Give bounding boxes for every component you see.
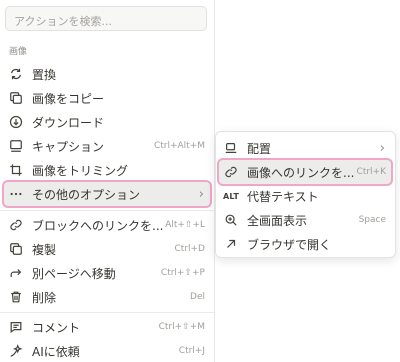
comment-icon <box>8 319 24 335</box>
shortcut-hint: Del <box>190 292 205 302</box>
chevron-right-icon: › <box>198 186 204 202</box>
menu-item-label: AIに依頼 <box>32 344 80 359</box>
shortcut-hint: Ctrl+⇧+M <box>158 322 205 332</box>
menu-item-ask-ai[interactable]: AIに依頼 Ctrl+J <box>4 339 210 362</box>
shortcut-hint: Ctrl+J <box>178 346 205 356</box>
caption-icon <box>8 138 24 154</box>
trash-icon <box>8 289 24 305</box>
menu-item-more-options[interactable]: その他のオプション › <box>2 180 212 208</box>
menu-item-label: 複製 <box>32 242 57 257</box>
download-icon <box>8 114 24 130</box>
arrow-right-icon <box>8 265 24 281</box>
submenu-item-align[interactable]: 配置 › <box>219 136 391 160</box>
submenu-item-label: ブラウザで開く <box>247 237 332 252</box>
link-icon <box>8 217 24 233</box>
shortcut-hint: Ctrl+Alt+M <box>153 141 205 151</box>
menu-item-label: キャプション <box>32 139 105 154</box>
crop-icon <box>8 162 24 178</box>
submenu-item-label: 配置 <box>247 141 272 156</box>
menu-item-replace[interactable]: 置換 <box>4 62 210 86</box>
menu-item-comment[interactable]: コメント Ctrl+⇧+M <box>4 315 210 339</box>
submenu-item-fullscreen[interactable]: 全画面表示 Space <box>219 208 391 232</box>
shortcut-hint: Ctrl+⇧+P <box>160 268 205 278</box>
menu-item-label: 画像をトリミング <box>32 163 129 178</box>
shortcut-hint: Space <box>358 215 386 225</box>
menu-item-label: ブロックへのリンクを... <box>32 218 164 233</box>
menu-item-copy-link[interactable]: ブロックへのリンクを... Alt+⇧+L <box>4 213 210 237</box>
more-icon <box>8 186 24 202</box>
zoom-icon <box>223 212 239 228</box>
align-icon <box>223 140 239 156</box>
menu-item-label: コメント <box>32 320 81 335</box>
block-action-menu: アクションを検索... 画像 置換 画像をコピー ダウンロード キャプション C… <box>0 0 214 362</box>
submenu-item-open-in-browser[interactable]: ブラウザで開く <box>219 232 391 256</box>
search-input[interactable]: アクションを検索... <box>5 6 207 31</box>
menu-item-crop[interactable]: 画像をトリミング <box>4 158 210 182</box>
shortcut-hint: Ctrl+K <box>356 167 386 177</box>
menu-item-label: 削除 <box>32 290 57 305</box>
alt-badge: ALT <box>222 191 240 201</box>
menu-item-label: 別ページへ移動 <box>32 266 116 281</box>
menu-item-label: ダウンロード <box>32 115 105 130</box>
copy-icon <box>8 90 24 106</box>
replace-icon <box>8 66 24 82</box>
menu-divider <box>0 210 214 211</box>
submenu-item-label: 代替テキスト <box>247 189 319 204</box>
menu-item-duplicate[interactable]: 複製 Ctrl+D <box>4 237 210 261</box>
menu-item-move-to[interactable]: 別ページへ移動 Ctrl+⇧+P <box>4 261 210 285</box>
submenu-item-alt-text[interactable]: ALT 代替テキスト <box>219 184 391 208</box>
external-arrow-icon <box>223 236 239 252</box>
menu-item-copy-image[interactable]: 画像をコピー <box>4 86 210 110</box>
shortcut-hint: Alt+⇧+L <box>165 220 205 230</box>
duplicate-icon <box>8 241 24 257</box>
submenu-item-label: 画像へのリンクを... <box>247 165 355 180</box>
menu-item-label: その他のオプション <box>32 187 141 202</box>
section-title-image: 画像 <box>9 47 28 57</box>
shortcut-hint: Ctrl+D <box>174 244 206 254</box>
menu-divider <box>0 312 214 313</box>
menu-item-label: 画像をコピー <box>32 91 105 106</box>
menu-item-caption[interactable]: キャプション Ctrl+Alt+M <box>4 134 210 158</box>
chevron-right-icon: › <box>379 140 385 156</box>
image-link-icon <box>223 164 239 180</box>
submenu-item-link-to-image[interactable]: 画像へのリンクを... Ctrl+K <box>217 158 393 186</box>
more-options-submenu: 配置 › 画像へのリンクを... Ctrl+K ALT 代替テキスト 全画面表示… <box>215 131 396 258</box>
menu-item-label: 置換 <box>32 67 57 82</box>
ai-icon <box>8 343 24 359</box>
menu-item-delete[interactable]: 削除 Del <box>4 285 210 309</box>
menu-item-download[interactable]: ダウンロード <box>4 110 210 134</box>
submenu-item-label: 全画面表示 <box>247 213 308 228</box>
